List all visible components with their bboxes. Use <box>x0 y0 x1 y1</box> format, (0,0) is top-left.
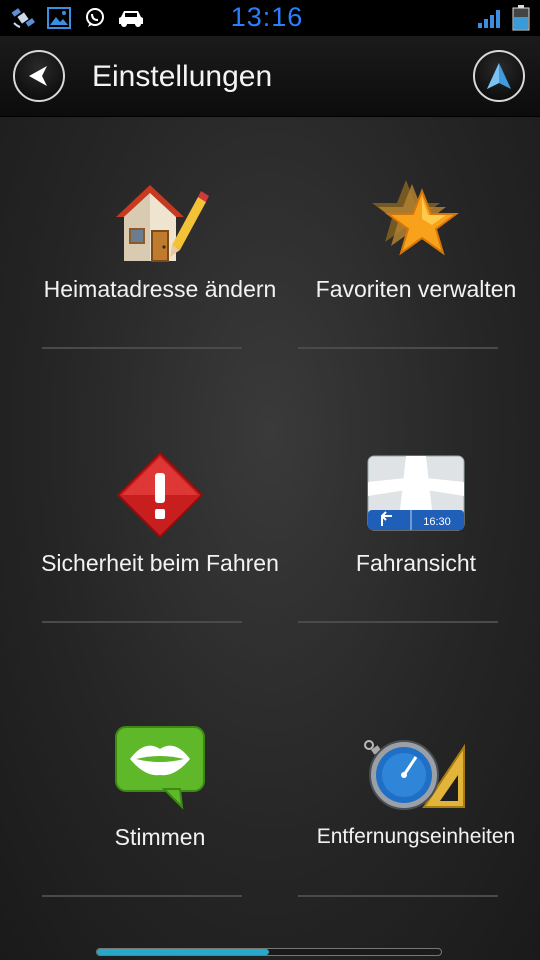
menu-item-label: Fahransicht <box>355 550 477 576</box>
voice-lips-icon <box>115 725 205 810</box>
home-pencil-icon <box>116 184 209 262</box>
scroll-thumb[interactable] <box>97 949 269 955</box>
menu-item-favorites[interactable]: Favoriten verwalten <box>296 117 536 349</box>
favorites-stars-icon <box>372 179 459 255</box>
menu-item-distance-units[interactable]: Entfernungseinheiten <box>296 665 536 897</box>
map-time-label: 16:30 <box>423 516 451 528</box>
gallery-icon <box>46 6 72 30</box>
battery-icon <box>510 5 532 31</box>
menu-item-label: Heimatadresse ändern <box>43 276 277 302</box>
back-button[interactable] <box>13 50 65 102</box>
divider <box>298 895 498 897</box>
divider <box>42 347 242 349</box>
back-arrow-icon <box>29 66 47 86</box>
map-view-icon: 16:30 <box>367 455 465 530</box>
divider <box>42 621 242 623</box>
title-bar: Einstellungen <box>0 36 540 117</box>
signal-bars-icon <box>476 6 504 30</box>
menu-item-label: Stimmen <box>114 824 206 850</box>
stopwatch-ruler-icon <box>364 739 465 810</box>
scroll-indicator[interactable] <box>96 948 442 956</box>
status-clock: 13:16 <box>230 2 304 32</box>
menu-item-driving-safety[interactable]: Sicherheit beim Fahren <box>40 391 280 623</box>
navigation-arrow-icon <box>487 63 511 89</box>
menu-item-label: Sicherheit beim Fahren <box>41 550 279 576</box>
menu-item-driving-view[interactable]: 16:30 Fahransicht <box>296 391 536 623</box>
navigation-button[interactable] <box>473 50 525 102</box>
satellite-icon <box>10 6 38 30</box>
status-bar: 13:16 <box>0 0 540 36</box>
menu-item-home-address[interactable]: Heimatadresse ändern <box>40 117 280 349</box>
warning-diamond-icon <box>116 451 204 538</box>
divider <box>298 621 498 623</box>
car-icon <box>116 6 146 30</box>
whatsapp-icon <box>82 6 108 30</box>
settings-grid: Heimatadresse ändern Favoriten verwalten… <box>0 117 540 937</box>
menu-item-voices[interactable]: Stimmen <box>40 665 280 897</box>
divider <box>298 347 498 349</box>
divider <box>42 895 242 897</box>
menu-item-label: Entfernungseinheiten <box>316 825 516 848</box>
page-title: Einstellungen <box>92 60 273 93</box>
menu-item-label: Favoriten verwalten <box>315 276 517 302</box>
